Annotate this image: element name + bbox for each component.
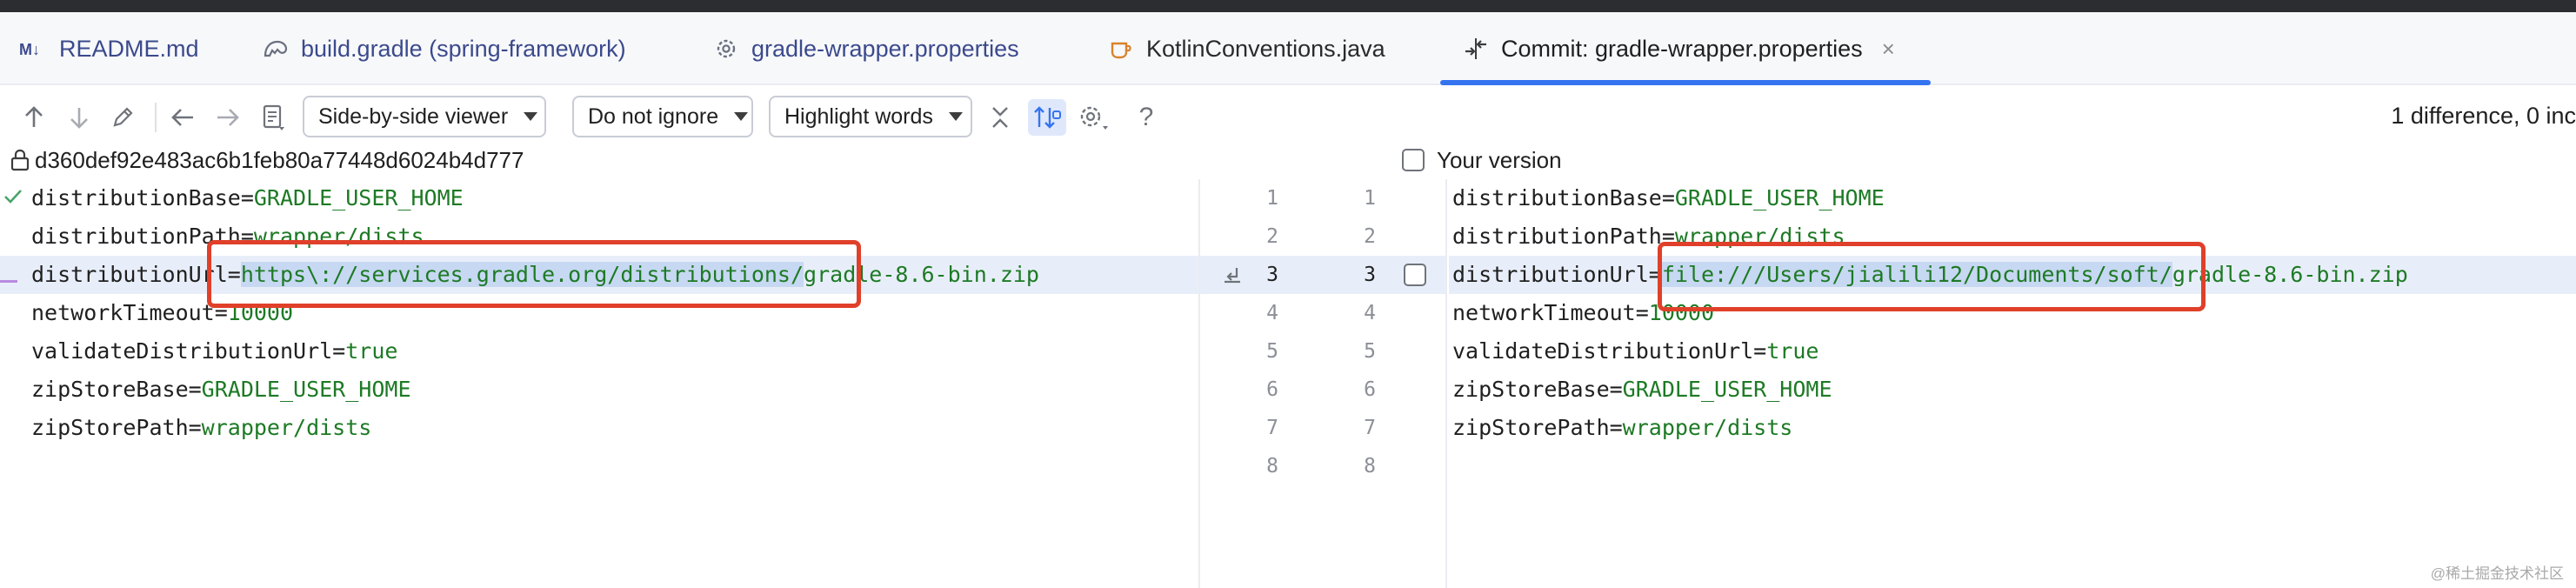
tab-label: Commit: gradle-wrapper.properties xyxy=(1501,35,1863,62)
tab-label: gradle-wrapper.properties xyxy=(751,35,1019,62)
svg-text:M↓: M↓ xyxy=(19,41,40,58)
tab-gradle-wrapper-properties[interactable]: gradle-wrapper.properties xyxy=(711,12,1019,85)
tab-label: KotlinConventions.java xyxy=(1146,35,1385,62)
active-tab-indicator xyxy=(1440,80,1931,85)
commit-diff-icon xyxy=(1461,34,1491,63)
previous-difference-button[interactable] xyxy=(19,99,49,136)
ignore-mode-label: Do not ignore xyxy=(588,104,719,129)
file-list-button[interactable] xyxy=(257,99,289,136)
right-line-number: 3 xyxy=(1364,264,1376,286)
include-change-checkbox[interactable] xyxy=(1404,264,1426,286)
right-line-number: 6 xyxy=(1364,378,1376,401)
code-line: distributionBase=GRADLE_USER_HOME xyxy=(1452,185,1885,210)
next-difference-button[interactable] xyxy=(64,99,94,136)
arrow-down-icon xyxy=(70,108,88,129)
right-line-number: 8 xyxy=(1364,455,1376,478)
tab-label: README.md xyxy=(59,35,199,62)
revert-change-icon[interactable] xyxy=(1221,264,1244,285)
gradle-icon xyxy=(261,34,290,63)
tab-commit-diff[interactable]: Commit: gradle-wrapper.properties × xyxy=(1461,12,1895,85)
sync-scroll-icon xyxy=(1034,106,1061,129)
java-class-icon xyxy=(1106,34,1136,63)
tab-build-gradle[interactable]: build.gradle (spring-framework) xyxy=(261,12,626,85)
left-revision-hash: d360def92e483ac6b1feb80a77448d6024b4d777 xyxy=(35,146,524,173)
annotation-highlight-box xyxy=(1658,242,2206,311)
arrow-right-icon xyxy=(217,109,239,126)
chevron-down-icon xyxy=(734,112,749,121)
close-icon[interactable]: × xyxy=(1882,36,1895,63)
ignore-whitespace-dropdown[interactable]: Do not ignore xyxy=(572,96,753,137)
right-version-label: Your version xyxy=(1437,146,1562,173)
tab-kotlin-conventions[interactable]: KotlinConventions.java xyxy=(1106,12,1385,85)
annotation-highlight-box xyxy=(207,240,861,308)
code-line: zipStorePath=wrapper/dists xyxy=(31,415,372,440)
tab-label: build.gradle (spring-framework) xyxy=(301,35,626,62)
left-line-number: 5 xyxy=(1266,340,1278,363)
code-line: zipStorePath=wrapper/dists xyxy=(1452,415,1793,440)
left-file-header: d360def92e483ac6b1feb80a77448d6024b4d777 xyxy=(10,144,524,176)
markdown-icon: M↓ xyxy=(19,34,49,63)
document-list-icon xyxy=(263,104,284,130)
pencil-icon xyxy=(113,107,133,127)
left-line-number: 3 xyxy=(1266,264,1278,286)
highlight-mode-dropdown[interactable]: Highlight words xyxy=(769,96,972,137)
left-line-number: 4 xyxy=(1266,302,1278,324)
collapse-icon xyxy=(992,107,1008,128)
editor-tab-bar: M↓ README.md build.gradle (spring-framew… xyxy=(0,12,2576,85)
code-line: zipStoreBase=GRADLE_USER_HOME xyxy=(1452,377,1832,402)
viewer-mode-dropdown[interactable]: Side-by-side viewer xyxy=(303,96,546,137)
arrow-up-icon xyxy=(25,106,43,127)
left-line-number: 1 xyxy=(1266,187,1278,210)
help-icon: ? xyxy=(1138,103,1154,131)
left-line-number: 8 xyxy=(1266,455,1278,478)
diff-toolbar: Side-by-side viewer Do not ignore Highli… xyxy=(0,87,2576,148)
collapse-unchanged-button[interactable] xyxy=(984,99,1016,136)
left-line-number: 2 xyxy=(1266,225,1278,248)
difference-summary: 1 difference, 0 inc xyxy=(2391,103,2576,129)
highlight-mode-label: Highlight words xyxy=(784,104,933,129)
left-line-number: 7 xyxy=(1266,417,1278,439)
arrow-left-icon xyxy=(171,109,193,126)
right-line-number: 2 xyxy=(1364,225,1376,248)
edit-source-button[interactable] xyxy=(108,99,137,136)
chevron-down-icon xyxy=(948,112,963,121)
tab-readme[interactable]: M↓ README.md xyxy=(19,12,199,85)
lock-icon xyxy=(10,149,30,171)
viewer-mode-label: Side-by-side viewer xyxy=(318,104,509,129)
right-line-number: 7 xyxy=(1364,417,1376,439)
left-line-number: 6 xyxy=(1266,378,1278,401)
gear-icon xyxy=(1080,106,1108,130)
help-button[interactable]: ? xyxy=(1132,99,1160,136)
diff-settings-button[interactable] xyxy=(1077,99,1111,136)
checkmark-icon xyxy=(4,190,22,204)
right-line-number: 4 xyxy=(1364,302,1376,324)
window-title-strip xyxy=(0,0,2576,12)
diff-gutter: 1 2 3 4 5 6 7 8 1 2 3 4 5 6 7 8 xyxy=(1198,179,1447,588)
watermark: @稀土掘金技术社区 xyxy=(2430,565,2564,582)
code-line: zipStoreBase=GRADLE_USER_HOME xyxy=(31,377,411,402)
chevron-down-icon xyxy=(524,112,538,121)
previous-file-button[interactable] xyxy=(167,99,198,136)
changed-line-marker xyxy=(0,280,17,283)
right-line-number: 1 xyxy=(1364,187,1376,210)
code-line: validateDistributionUrl=true xyxy=(31,338,398,364)
next-file-button[interactable] xyxy=(212,99,244,136)
right-line-number: 5 xyxy=(1364,340,1376,363)
right-editor[interactable]: distributionBase=GRADLE_USER_HOME distri… xyxy=(1449,179,2576,588)
right-file-header: Your version xyxy=(1402,144,1562,176)
toolbar-separator xyxy=(155,103,157,132)
code-line: distributionBase=GRADLE_USER_HOME xyxy=(31,185,464,210)
sync-scroll-toggle[interactable] xyxy=(1028,99,1066,136)
gear-icon xyxy=(711,34,741,63)
include-all-checkbox[interactable] xyxy=(1402,149,1425,171)
code-line: validateDistributionUrl=true xyxy=(1452,338,1819,364)
